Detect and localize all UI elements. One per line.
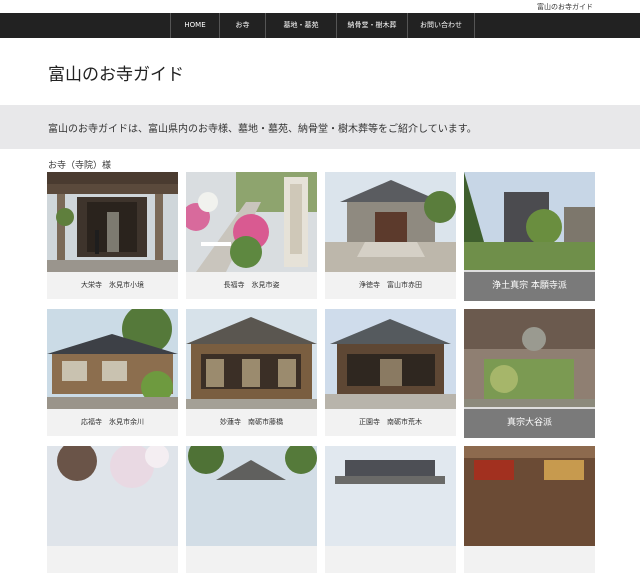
temple-card[interactable]: 応福寺 氷見市余川 bbox=[47, 309, 178, 436]
temple-photo bbox=[325, 446, 456, 546]
temple-card[interactable] bbox=[325, 446, 456, 573]
main-nav: HOME お寺 墓地・墓苑 納骨堂・樹木葬 お問い合わせ bbox=[0, 13, 640, 38]
temple-caption: 大栄寺 氷見市小境 bbox=[81, 281, 144, 289]
temple-card[interactable] bbox=[464, 446, 595, 573]
intro-banner: 富山のお寺ガイドは、富山県内のお寺様、墓地・墓苑、納骨堂・樹木葬等をご紹介してい… bbox=[0, 105, 640, 149]
temple-card[interactable]: 大栄寺 氷見市小境 bbox=[47, 172, 178, 299]
temple-card[interactable] bbox=[47, 446, 178, 573]
temple-caption: 長福寺 氷見市姿 bbox=[223, 281, 280, 289]
nav-ossuary[interactable]: 納骨堂・樹木葬 bbox=[336, 13, 407, 38]
temple-photo bbox=[47, 309, 178, 409]
nav-home[interactable]: HOME bbox=[170, 13, 219, 38]
sect-label: 浄土真宗 本願寺派 bbox=[464, 270, 595, 301]
sect-card[interactable]: 真宗大谷派 bbox=[464, 309, 595, 438]
page-header: 富山のお寺ガイド bbox=[0, 38, 640, 105]
page-title[interactable]: 富山のお寺ガイド bbox=[48, 60, 184, 85]
temple-card[interactable]: 長福寺 氷見市姿 bbox=[186, 172, 317, 299]
sect-card[interactable]: 浄土真宗 本願寺派 bbox=[464, 172, 595, 301]
temple-card[interactable]: 妙蓮寺 南砺市藤橋 bbox=[186, 309, 317, 436]
temple-caption: 応福寺 氷見市余川 bbox=[81, 418, 144, 426]
nav-temples[interactable]: お寺 bbox=[219, 13, 265, 38]
temple-photo bbox=[186, 446, 317, 546]
top-bar: 富山のお寺ガイド bbox=[0, 0, 640, 13]
temple-photo bbox=[186, 172, 317, 272]
temple-card[interactable] bbox=[186, 446, 317, 573]
nav-cemeteries[interactable]: 墓地・墓苑 bbox=[265, 13, 336, 38]
temple-photo bbox=[325, 172, 456, 272]
site-name-small: 富山のお寺ガイド bbox=[537, 3, 593, 11]
intro-text: 富山のお寺ガイドは、富山県内のお寺様、墓地・墓苑、納骨堂・樹木葬等をご紹介してい… bbox=[48, 124, 477, 135]
temple-photo bbox=[47, 446, 178, 546]
temple-photo bbox=[47, 172, 178, 272]
temple-card[interactable]: 浄徳寺 富山市赤田 bbox=[325, 172, 456, 299]
temple-photo bbox=[186, 309, 317, 409]
temple-photo bbox=[325, 309, 456, 409]
temple-caption: 妙蓮寺 南砺市藤橋 bbox=[220, 418, 283, 426]
temple-caption: 正園寺 南砺市荒木 bbox=[359, 418, 422, 426]
nav-contact[interactable]: お問い合わせ bbox=[407, 13, 475, 38]
temple-photo bbox=[464, 446, 595, 546]
section-title: お寺（寺院）様 bbox=[48, 161, 112, 171]
temple-caption: 浄徳寺 富山市赤田 bbox=[359, 281, 422, 289]
temple-card[interactable]: 正園寺 南砺市荒木 bbox=[325, 309, 456, 436]
sect-label: 真宗大谷派 bbox=[464, 407, 595, 438]
